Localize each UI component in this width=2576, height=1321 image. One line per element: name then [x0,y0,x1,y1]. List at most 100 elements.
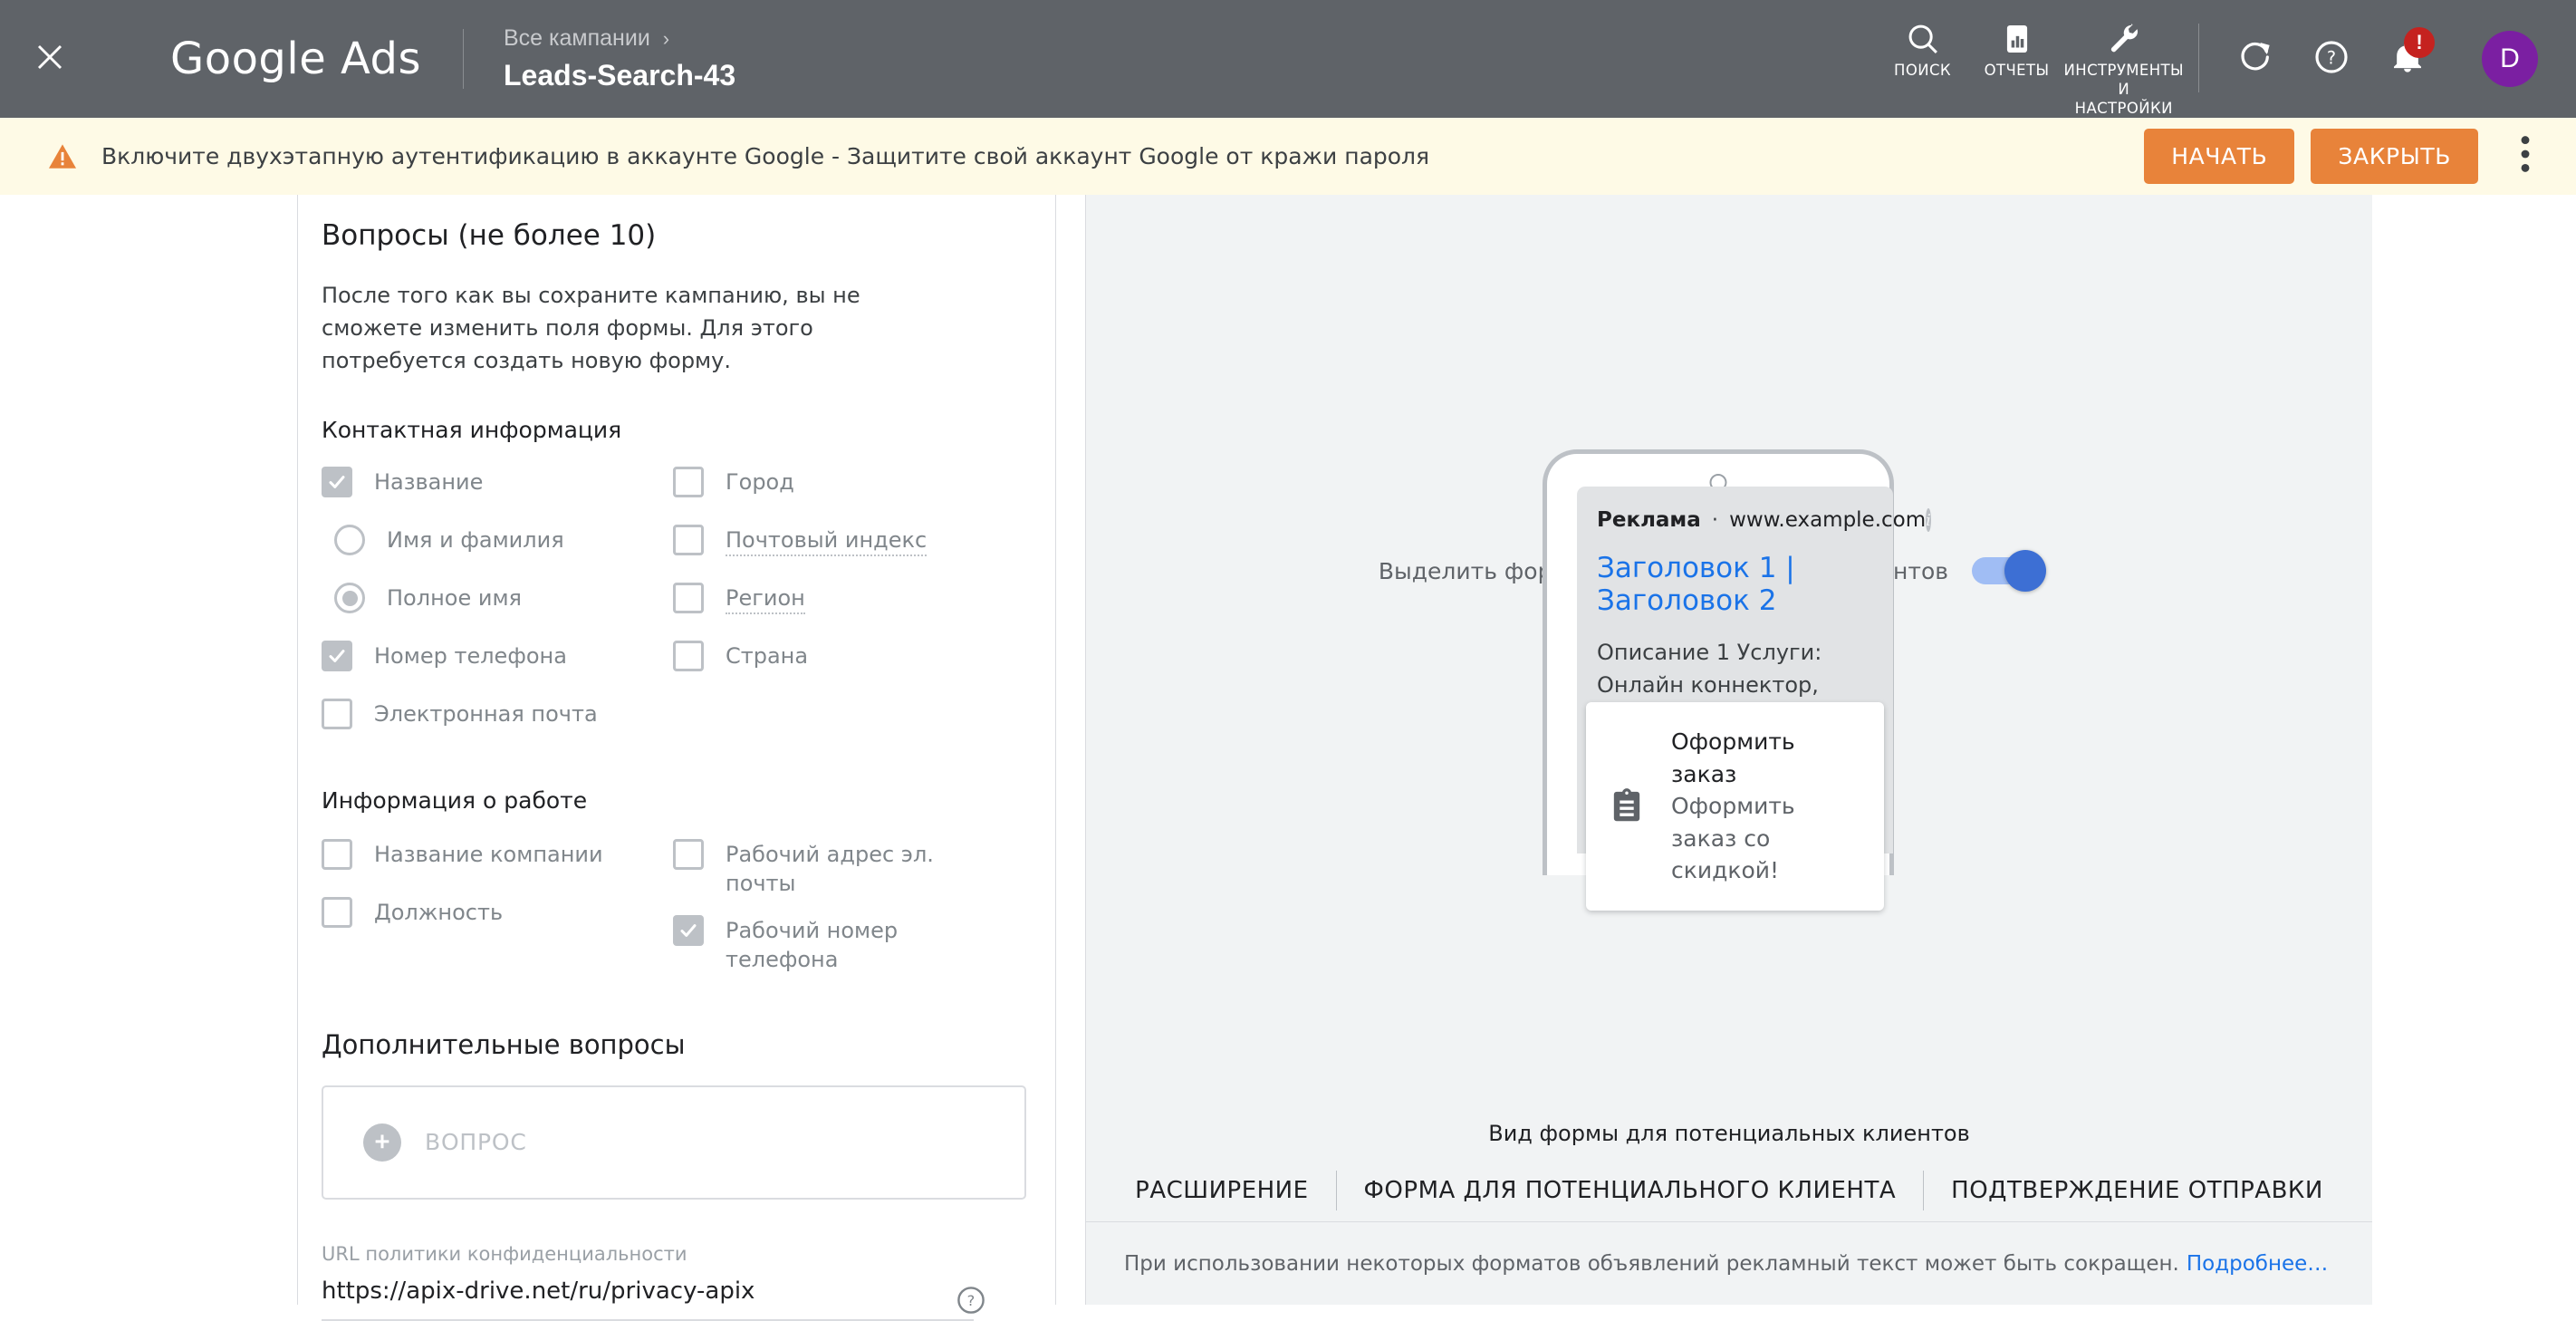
contact-options-left-column: Название Имя и фамилия Полное имя Номер … [322,458,673,747]
checkbox-unchecked-icon[interactable] [322,897,352,928]
option-row[interactable]: Регион [673,574,1024,632]
option-row[interactable]: Название компании [322,830,673,888]
checkbox-unchecked-icon[interactable] [673,839,704,870]
toolbar-reports[interactable]: ОТЧЕТЫ [1970,0,2064,80]
security-warning-banner: Включите двухэтапную аутентификацию в ак… [0,118,2576,195]
preview-footer-link[interactable]: Подробнее… [2187,1252,2328,1276]
privacy-url-field: URL политики конфиденциальности https://… [322,1243,1026,1321]
checkbox-unchecked-icon[interactable] [673,467,704,497]
preview-footer: При использовании некоторых форматов объ… [1086,1221,2372,1305]
plus-circle-icon [363,1123,401,1162]
info-icon[interactable]: i [1926,508,1931,532]
chevron-right-icon: › [662,27,670,51]
option-row[interactable]: Полное имя [322,574,673,632]
tab-lead-form[interactable]: ФОРМА ДЛЯ ПОТЕНЦИАЛЬНОГО КЛИЕНТА [1337,1164,1924,1217]
ad-domain: www.example.com [1729,508,1927,532]
checkbox-unchecked-icon[interactable] [673,525,704,555]
ad-separator: · [1711,508,1719,532]
checkbox-unchecked-icon[interactable] [673,641,704,671]
option-row[interactable]: Электронная почта [322,689,673,747]
lead-card-texts: Оформить заказ Оформить заказ со скидкой… [1671,726,1862,887]
option-row[interactable]: Почтовый индекс [673,516,1024,574]
work-options-grid: Название компании Должность Рабочий адре… [322,830,1055,982]
toolbar-divider [2198,24,2199,92]
refresh-icon [2237,39,2273,80]
checkbox-checked-icon[interactable] [673,914,704,946]
ad-preview-panel: Выделить форму для потенциальных клиенто… [1086,195,2372,1305]
option-row[interactable]: Имя и фамилия [322,516,673,574]
checkbox-checked-icon[interactable] [322,467,352,497]
ad-badge: Реклама [1597,508,1701,532]
option-row[interactable]: Должность [322,888,673,946]
campaign-name: Leads-Search-43 [504,58,736,92]
toolbar-tools-settings[interactable]: ИНСТРУМЕНТЫ И НАСТРОЙКИ [2064,0,2184,118]
top-app-bar: Google Ads Все кампании › Leads-Search-4… [0,0,2576,118]
notifications-button[interactable]: ! [2369,0,2446,118]
checkbox-unchecked-icon[interactable] [322,839,352,870]
radio-checked-icon[interactable] [334,583,365,613]
toggle-knob [2004,550,2046,592]
highlight-lead-form-toggle[interactable] [1972,550,2046,592]
clipboard-icon [1608,787,1646,825]
svg-text:?: ? [2327,47,2336,68]
banner-close-button[interactable]: ЗАКРЫТЬ [2311,129,2478,184]
topbar-tools: ПОИСК ОТЧЕТЫ ИНСТРУМЕНТЫ И НАСТРОЙКИ ? ! [1876,0,2446,118]
breadcrumb-parent-label[interactable]: Все кампании [504,24,650,53]
work-section-heading: Информация о работе [322,787,588,814]
option-row[interactable]: Город [673,458,1024,516]
svg-text:?: ? [967,1292,976,1309]
add-question-button[interactable]: ВОПРОС [322,1085,1026,1200]
tab-extension[interactable]: РАСШИРЕНИЕ [1108,1164,1335,1217]
tab-submission-confirmation[interactable]: ПОДТВЕРЖДЕНИЕ ОТПРАВКИ [1924,1164,2350,1217]
checkbox-unchecked-icon[interactable] [673,583,704,613]
option-row[interactable]: Номер телефона [322,632,673,689]
option-row[interactable]: Название [322,458,673,516]
contact-options-right-column: Город Почтовый индекс Регион Страна [673,458,1024,747]
reports-bar-chart-icon [2000,20,2034,58]
option-label: Почтовый индекс [726,523,928,557]
banner-start-button[interactable]: НАЧАТЬ [2144,129,2295,184]
extra-questions-heading: Дополнительные вопросы [322,1028,686,1060]
option-label: Должность [374,900,504,925]
avatar[interactable]: D [2482,31,2538,87]
lead-card-title: Оформить заказ [1671,728,1795,787]
lead-form-preview-card[interactable]: Оформить заказ Оформить заказ со скидкой… [1586,702,1884,911]
banner-more-menu[interactable] [2498,130,2552,184]
form-description: После того как вы сохраните кампанию, вы… [322,283,860,373]
option-label: Номер телефона [374,643,567,669]
search-icon [1906,20,1940,58]
banner-message: Включите двухэтапную аутентификацию в ак… [101,143,1430,169]
checkbox-unchecked-icon[interactable] [322,699,352,729]
notifications-badge: ! [2404,27,2435,58]
add-question-label: ВОПРОС [425,1129,527,1156]
more-vertical-icon [2521,135,2530,178]
lead-form-editor-panel: Вопросы (не более 10) После того как вы … [298,195,1055,1321]
preview-tabs-caption: Вид формы для потенциальных клиентов [1488,1121,1970,1146]
toolbar-search[interactable]: ПОИСК [1876,0,1970,80]
warning-triangle-icon [47,141,78,172]
help-circle-outline-icon[interactable]: ? [956,1285,986,1316]
checkbox-checked-icon[interactable] [322,641,352,671]
breadcrumb[interactable]: Все кампании › Leads-Search-43 [504,24,735,92]
refresh-button[interactable] [2217,0,2293,118]
privacy-url-input[interactable]: https://apix-drive.net/ru/privacy-apix [322,1278,974,1321]
right-gutter [2372,195,2576,1305]
toolbar-search-label: ПОИСК [1894,62,1952,79]
option-row[interactable]: Страна [673,632,1024,689]
toolbar-reports-label: ОТЧЕТЫ [1984,62,2050,79]
preview-tabs: РАСШИРЕНИЕ ФОРМА ДЛЯ ПОТЕНЦИАЛЬНОГО КЛИЕ… [1086,1164,2372,1217]
option-label: Имя и фамилия [387,527,564,553]
option-label: Рабочий адрес эл. почты [726,842,934,897]
brand-logo[interactable]: Google Ads [170,34,421,84]
option-row[interactable]: Рабочий адрес эл. почты [673,830,1024,906]
wrench-tools-icon [2107,20,2141,58]
close-button[interactable] [0,0,100,118]
option-row[interactable]: Рабочий номер телефона [673,906,1024,982]
ad-headline[interactable]: Заголовок 1 | Заголовок 2 [1597,552,1873,617]
help-button[interactable]: ? [2293,0,2369,118]
form-panel-right-divider [1055,195,1056,1305]
preview-footer-text: При использовании некоторых форматов объ… [1124,1251,2179,1276]
radio-unchecked-icon[interactable] [334,525,365,555]
option-label: Электронная почта [374,701,598,727]
contact-options-grid: Название Имя и фамилия Полное имя Номер … [322,458,1055,747]
